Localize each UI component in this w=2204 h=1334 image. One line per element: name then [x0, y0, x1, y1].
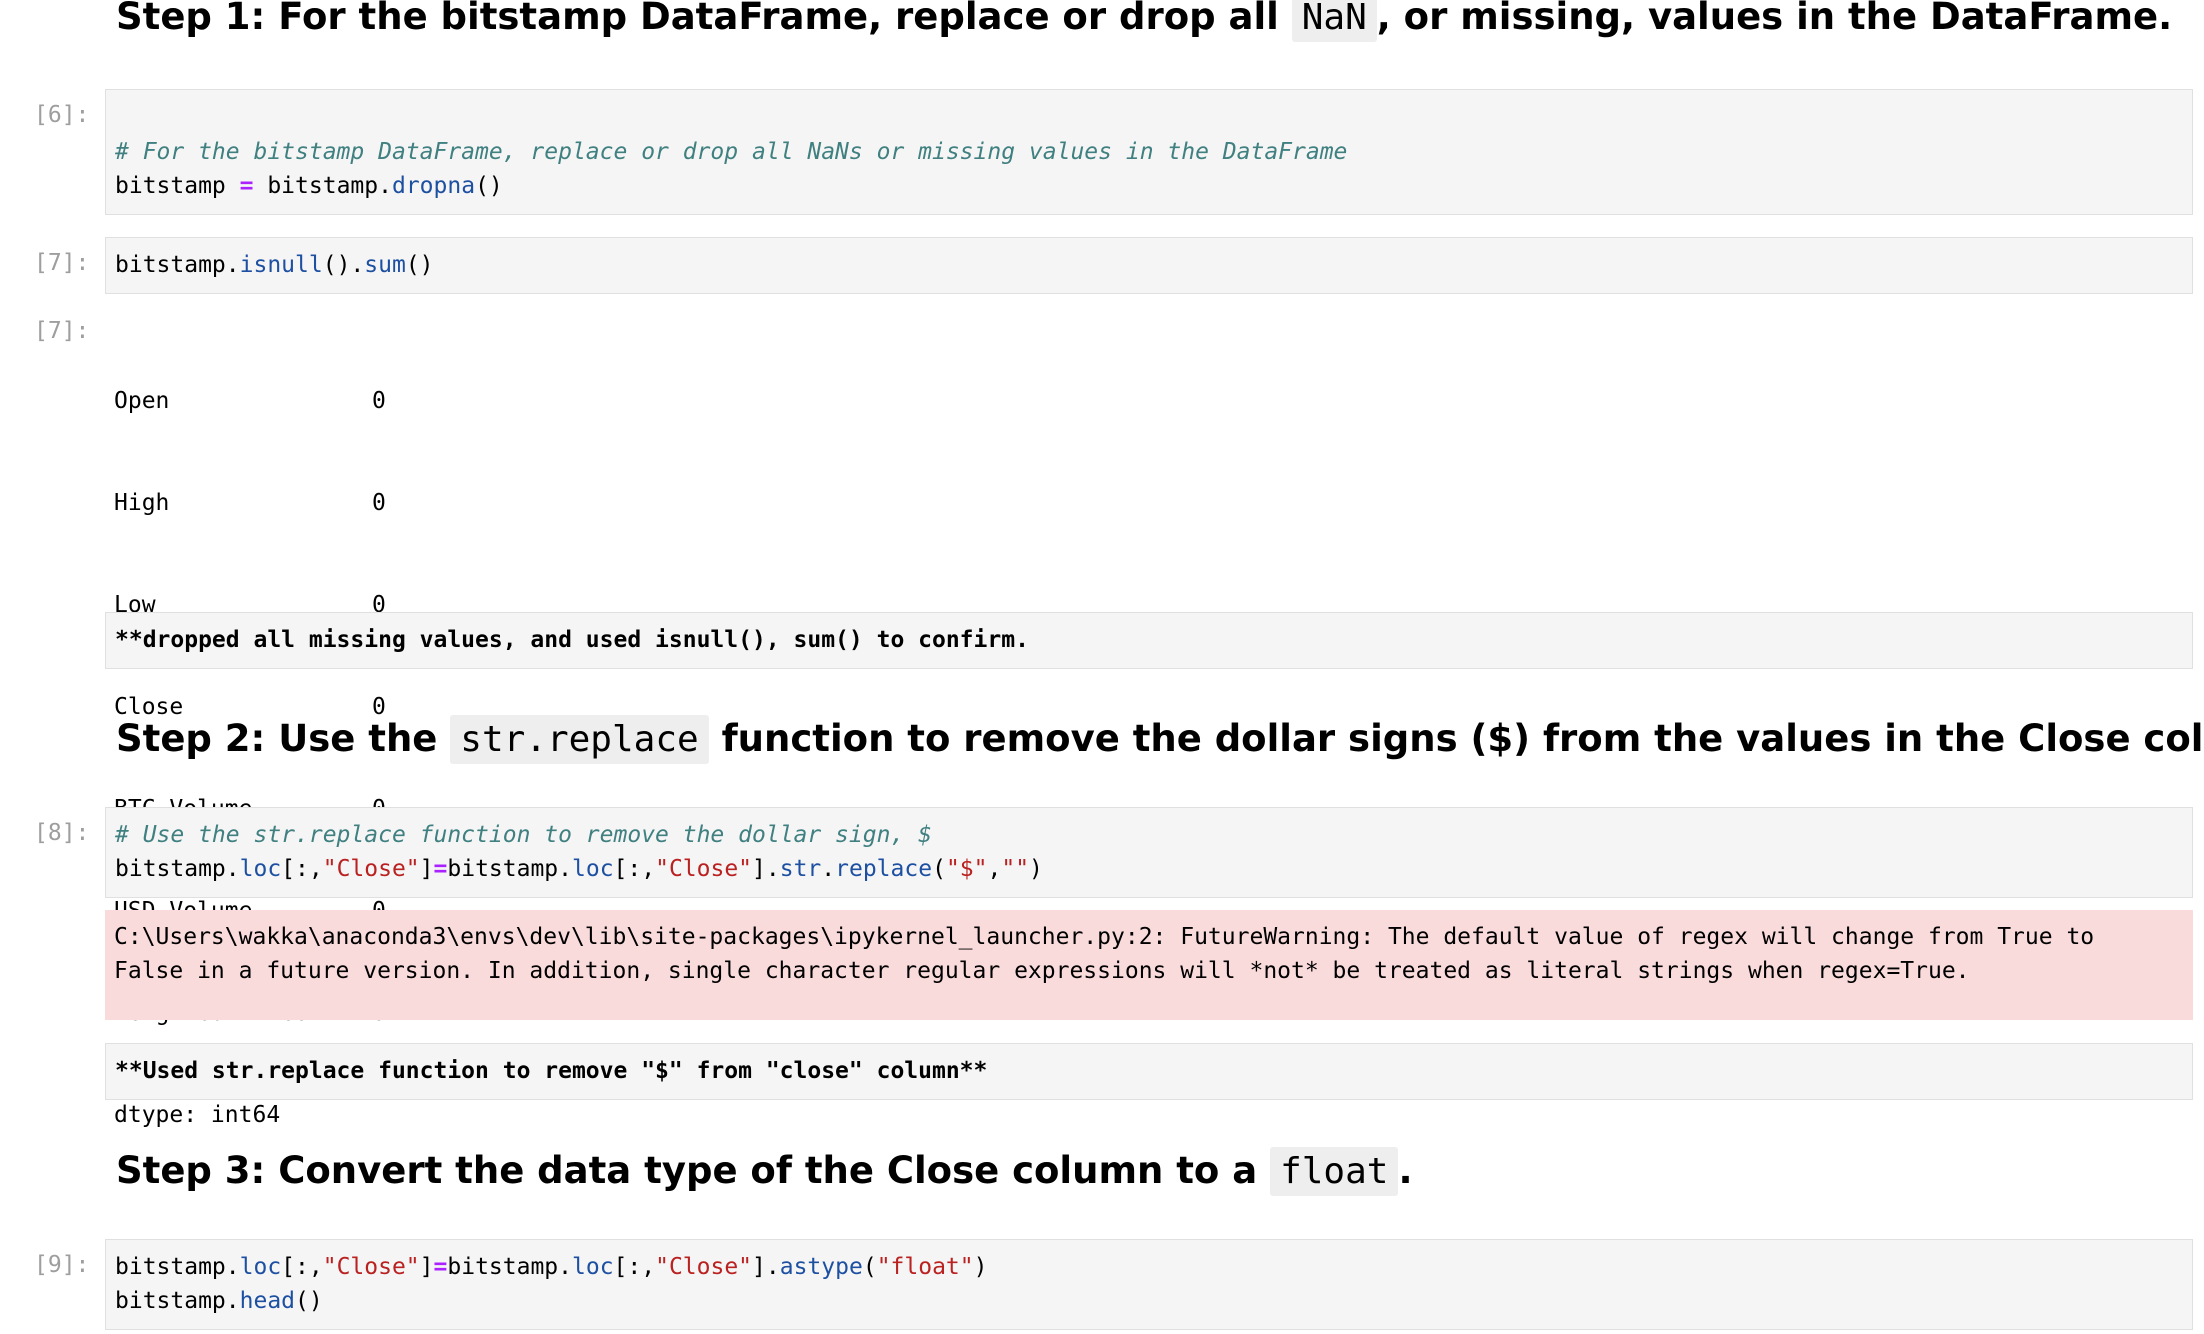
cell6-prompt: [6]: — [34, 102, 90, 128]
output-row-value: 0 — [372, 490, 386, 516]
step1-heading-text-end: , or missing, values in the DataFrame. — [1376, 0, 2173, 38]
cell7-line1: bitstamp.isnull().sum() — [106, 248, 2192, 282]
code-token: bitstamp. — [115, 1288, 240, 1314]
note2-raw-cell[interactable]: **Used str.replace function to remove "$… — [105, 1043, 2193, 1100]
code-token: [:, — [281, 856, 323, 882]
cell8-code-input[interactable]: # Use the str.replace function to remove… — [105, 807, 2193, 898]
step2-heading: Step 2: Use the str.replace function to … — [116, 715, 2204, 764]
cell8-comment: # Use the str.replace function to remove… — [115, 822, 932, 848]
code-token: , — [987, 856, 1002, 882]
cell7-prompt: [7]: — [34, 250, 90, 276]
code-token: ( — [862, 1254, 877, 1280]
code-token: ] — [419, 1254, 434, 1280]
code-token: [:, — [281, 1254, 323, 1280]
code-token: "Close" — [322, 1254, 420, 1280]
code-token: replace — [835, 856, 933, 882]
code-token: [:, — [613, 856, 656, 882]
code-token: bitstamp — [115, 173, 240, 199]
code-token: [:, — [613, 1254, 656, 1280]
cell8-prompt: [8]: — [34, 820, 90, 846]
cell6-line2: bitstamp = bitstamp.dropna() — [106, 169, 2192, 203]
step3-heading-text-end: . — [1398, 1149, 1413, 1192]
step2-heading-text-end: function to remove the dollar signs ($) … — [708, 717, 2204, 760]
code-token: loc — [572, 856, 614, 882]
code-token: loc — [239, 1254, 282, 1280]
code-token: "Close" — [655, 856, 753, 882]
note1-text: **dropped all missing values, and used i… — [115, 627, 1029, 653]
code-token: "Close" — [655, 1254, 753, 1280]
output-row: High 0 — [114, 486, 386, 520]
code-token: dropna — [391, 173, 476, 199]
code-token: loc — [239, 856, 282, 882]
step3-heading-text: Step 3: Convert the data type of the Clo… — [116, 1149, 1271, 1192]
cell6-comment: # For the bitstamp DataFrame, replace or… — [115, 139, 1348, 165]
code-token: bitstamp. — [447, 1254, 572, 1280]
code-token: ]. — [752, 856, 780, 882]
code-token: (). — [322, 252, 365, 278]
code-token: str — [779, 856, 822, 882]
code-token: . — [821, 856, 836, 882]
step1-heading-text: Step 1: For the bitstamp DataFrame, repl… — [116, 0, 1292, 38]
code-token: bitstamp. — [115, 856, 240, 882]
output-row-name: Open — [114, 388, 170, 414]
code-token: sum — [364, 252, 406, 278]
code-token: ]. — [752, 1254, 780, 1280]
cell8-line1: # Use the str.replace function to remove… — [106, 818, 2192, 852]
code-token: bitstamp. — [115, 252, 240, 278]
code-token: loc — [572, 1254, 614, 1280]
notebook: Step 1: For the bitstamp DataFrame, repl… — [0, 0, 2204, 1334]
cell8-line2: bitstamp.loc[:,"Close"]=bitstamp.loc[:,"… — [106, 852, 2192, 886]
step2-heading-text: Step 2: Use the — [116, 717, 451, 760]
code-token: head — [239, 1288, 296, 1314]
note1-raw-cell[interactable]: **dropped all missing values, and used i… — [105, 612, 2193, 669]
code-token: ) — [973, 1254, 988, 1280]
code-token: "$" — [945, 856, 988, 882]
code-token: ( — [932, 856, 946, 882]
code-token: "" — [1001, 856, 1030, 882]
code-token: () — [295, 1288, 323, 1314]
code-token: isnull — [239, 252, 323, 278]
code-token: bitstamp. — [253, 173, 392, 199]
cell6-line1: # For the bitstamp DataFrame, replace or… — [106, 135, 2192, 169]
output-dtype: dtype: int64 — [114, 1102, 281, 1128]
code-token: astype — [779, 1254, 863, 1280]
code-token: "Close" — [322, 856, 420, 882]
step3-heading: Step 3: Convert the data type of the Clo… — [116, 1147, 1413, 1196]
cell9-prompt: [9]: — [34, 1252, 90, 1278]
code-token: bitstamp. — [115, 1254, 240, 1280]
code-token: = — [433, 1254, 448, 1280]
code-token: = — [239, 173, 254, 199]
code-token: bitstamp. — [447, 856, 572, 882]
code-token: = — [433, 856, 448, 882]
cell6-code-input[interactable]: # For the bitstamp DataFrame, replace or… — [105, 89, 2193, 215]
cell9-code-input[interactable]: bitstamp.loc[:,"Close"]=bitstamp.loc[:,"… — [105, 1239, 2193, 1330]
step1-heading: Step 1: For the bitstamp DataFrame, repl… — [116, 0, 2173, 42]
step3-heading-code: float — [1270, 1147, 1399, 1196]
step2-heading-code: str.replace — [450, 715, 709, 764]
code-token: ] — [419, 856, 434, 882]
code-token: "float" — [876, 1254, 974, 1280]
code-token: ) — [1029, 856, 1043, 882]
output-row: Open 0 — [114, 384, 386, 418]
step1-heading-code: NaN — [1291, 0, 1377, 42]
code-token: () — [405, 252, 434, 278]
out7-prompt: [7]: — [34, 318, 90, 344]
future-warning-output: C:\Users\wakka\anaconda3\envs\dev\lib\si… — [105, 910, 2193, 1020]
cell9-line2: bitstamp.head() — [106, 1284, 2192, 1318]
code-token: () — [475, 173, 503, 199]
output-row-name: High — [114, 490, 170, 516]
cell9-line1: bitstamp.loc[:,"Close"]=bitstamp.loc[:,"… — [106, 1250, 2192, 1284]
note2-text: **Used str.replace function to remove "$… — [115, 1058, 988, 1084]
output-row-value: 0 — [372, 388, 386, 414]
cell7-code-input[interactable]: bitstamp.isnull().sum() — [105, 237, 2193, 294]
